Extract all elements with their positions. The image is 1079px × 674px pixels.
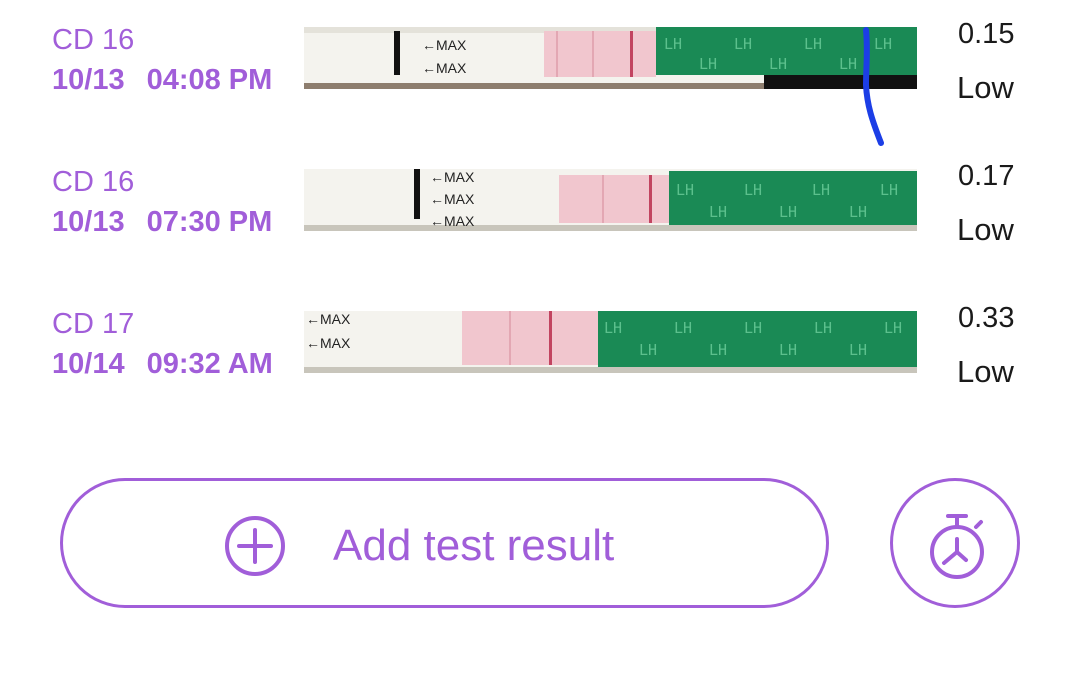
test-strip-image[interactable]: ←MAX ←MAX LH LH LH LH LH LH LH LH LH — [304, 311, 917, 373]
test-time: 09:32 AM — [146, 348, 273, 380]
strip-lh-text: LH — [874, 35, 892, 53]
test-value: 0.15 — [958, 18, 1015, 50]
strip-max-label: ←MAX — [430, 213, 475, 229]
add-test-result-label: Add test result — [333, 521, 615, 570]
strip-max-label: ←MAX — [422, 60, 467, 76]
strip-lh-text: LH — [812, 181, 830, 199]
strip-max-label: ←MAX — [422, 37, 467, 53]
strip-lh-text: LH — [709, 203, 727, 221]
strip-lh-text: LH — [814, 319, 832, 337]
cycle-day: CD 17 — [52, 308, 135, 340]
strip-lh-text: LH — [699, 55, 717, 73]
strip-lh-text: LH — [734, 35, 752, 53]
strip-lh-text: LH — [709, 341, 727, 359]
strip-lh-text: LH — [849, 203, 867, 221]
test-datetime: 10/14 09:32 AM — [52, 348, 273, 381]
test-level: Low — [957, 70, 1014, 105]
strip-lh-text: LH — [779, 203, 797, 221]
strip-lh-text: LH — [744, 181, 762, 199]
strip-max-label: ←MAX — [430, 191, 475, 207]
strip-max-label: ←MAX — [430, 169, 475, 185]
cycle-day: CD 16 — [52, 24, 135, 56]
strip-max-label: ←MAX — [306, 311, 351, 327]
strip-lh-text: LH — [804, 35, 822, 53]
cycle-day: CD 16 — [52, 166, 135, 198]
strip-lh-text: LH — [880, 181, 898, 199]
stopwatch-icon — [930, 514, 984, 579]
test-datetime: 10/13 07:30 PM — [52, 206, 272, 239]
strip-lh-text: LH — [779, 341, 797, 359]
test-entry[interactable]: CD 16 10/13 07:30 PM ←MAX ←MAX ←MAX LH LH… — [0, 160, 1079, 260]
test-date: 10/13 — [52, 64, 125, 96]
test-strip-image[interactable]: ←MAX ←MAX ←MAX LH LH LH LH LH LH LH — [304, 169, 917, 231]
timer-button[interactable] — [890, 478, 1020, 608]
strip-lh-text: LH — [769, 55, 787, 73]
strip-lh-text: LH — [604, 319, 622, 337]
test-entry[interactable]: CD 16 10/13 04:08 PM ←MAX ←MAX LH LH LH L… — [0, 18, 1079, 118]
strip-lh-text: LH — [664, 35, 682, 53]
test-value: 0.33 — [958, 302, 1015, 334]
strip-lh-text: LH — [639, 341, 657, 359]
strip-lh-text: LH — [676, 181, 694, 199]
test-level: Low — [957, 354, 1014, 389]
strip-max-label: ←MAX — [306, 335, 351, 351]
test-entry[interactable]: CD 17 10/14 09:32 AM ←MAX ←MAX LH LH LH L… — [0, 302, 1079, 402]
test-datetime: 10/13 04:08 PM — [52, 64, 272, 97]
strip-lh-text: LH — [674, 319, 692, 337]
strip-lh-text: LH — [839, 55, 857, 73]
strip-lh-text: LH — [849, 341, 867, 359]
plus-circle-icon — [225, 516, 285, 576]
test-date: 10/14 — [52, 348, 125, 380]
test-level: Low — [957, 212, 1014, 247]
test-value: 0.17 — [958, 160, 1015, 192]
strip-lh-text: LH — [884, 319, 902, 337]
add-test-result-button[interactable]: Add test result — [60, 478, 829, 608]
test-strip-image[interactable]: ←MAX ←MAX LH LH LH LH LH LH LH — [304, 27, 917, 89]
test-date: 10/13 — [52, 206, 125, 238]
test-time: 07:30 PM — [146, 206, 273, 238]
test-time: 04:08 PM — [146, 64, 273, 96]
strip-lh-text: LH — [744, 319, 762, 337]
